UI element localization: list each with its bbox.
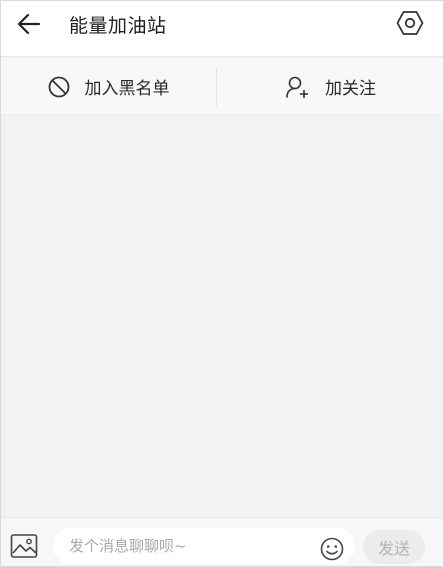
follow-button[interactable]: 加关注 [218,58,443,115]
chat-screen: 能量加油站 加入黑名单 加关注 发个消息聊聊呗~ 发送 [0,0,444,567]
send-button[interactable]: 发送 [363,530,425,564]
blacklist-label: 加入黑名单 [84,79,170,99]
action-divider [216,68,217,106]
emoji-icon[interactable] [319,536,345,562]
composer-bar: 发送 [1,517,443,566]
settings-icon[interactable] [395,8,425,38]
message-list[interactable] [1,116,443,514]
image-icon[interactable] [10,533,38,559]
page-title: 能量加油站 [69,15,167,37]
add-user-icon [286,76,308,98]
block-icon [48,76,69,97]
add-to-blacklist-button[interactable]: 加入黑名单 [1,58,215,115]
action-bar: 加入黑名单 加关注 [1,58,443,115]
follow-label: 加关注 [325,79,376,99]
arrow-left-icon[interactable] [15,10,43,38]
top-header: 能量加油站 [1,1,443,57]
message-input[interactable] [53,528,355,564]
